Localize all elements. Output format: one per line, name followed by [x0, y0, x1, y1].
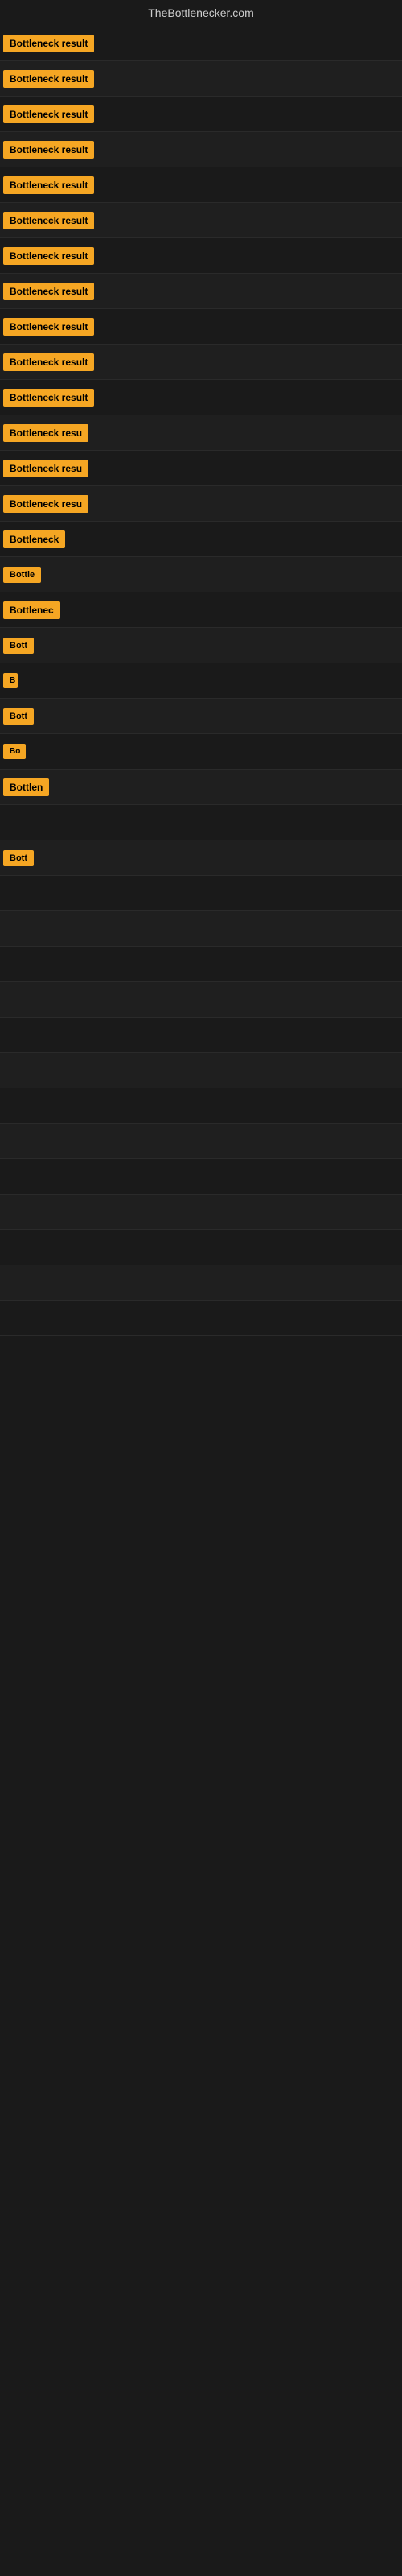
list-item: B [0, 663, 402, 699]
bottleneck-result-badge[interactable]: Bottle [3, 567, 41, 583]
list-item [0, 1088, 402, 1124]
list-item [0, 1195, 402, 1230]
list-item [0, 1018, 402, 1053]
bottleneck-result-badge[interactable]: Bottleneck result [3, 389, 94, 407]
list-item [0, 947, 402, 982]
list-item: Bottle [0, 557, 402, 592]
bottleneck-result-badge[interactable]: Bottleneck result [3, 212, 94, 229]
list-item: Bottleneck result [0, 238, 402, 274]
bottleneck-result-badge[interactable]: Bottlenec [3, 601, 60, 619]
list-item [0, 1053, 402, 1088]
list-item: Bottleneck result [0, 61, 402, 97]
bottleneck-result-badge[interactable]: Bottleneck result [3, 353, 94, 371]
list-item [0, 911, 402, 947]
bottleneck-result-badge[interactable]: Bottleneck result [3, 141, 94, 159]
list-item: Bottleneck resu [0, 486, 402, 522]
list-item: Bottlen [0, 770, 402, 805]
list-item [0, 805, 402, 840]
bottleneck-result-badge[interactable]: Bott [3, 850, 34, 866]
list-item [0, 1230, 402, 1265]
bottleneck-result-badge[interactable]: Bottleneck result [3, 318, 94, 336]
list-item: Bottleneck resu [0, 415, 402, 451]
list-item [0, 876, 402, 911]
list-item [0, 1265, 402, 1301]
list-item: Bottleneck [0, 522, 402, 557]
list-item: Bottleneck result [0, 274, 402, 309]
bottleneck-result-badge[interactable]: Bottleneck result [3, 176, 94, 194]
list-item: Bott [0, 699, 402, 734]
list-item: Bottleneck result [0, 167, 402, 203]
list-item: Bottleneck result [0, 345, 402, 380]
bottleneck-result-badge[interactable]: B [3, 673, 18, 688]
list-item: Bottleneck result [0, 203, 402, 238]
list-item: Bottleneck result [0, 26, 402, 61]
bottleneck-result-badge[interactable]: Bott [3, 708, 34, 724]
list-item [0, 1159, 402, 1195]
bottleneck-result-badge[interactable]: Bottleneck resu [3, 495, 88, 513]
list-item: Bo [0, 734, 402, 770]
site-title: TheBottlenecker.com [0, 0, 402, 26]
list-item [0, 1124, 402, 1159]
bottleneck-result-badge[interactable]: Bottleneck result [3, 247, 94, 265]
bottleneck-result-badge[interactable]: Bo [3, 744, 26, 759]
list-item [0, 1301, 402, 1336]
list-item: Bott [0, 840, 402, 876]
bottleneck-result-badge[interactable]: Bottleneck result [3, 70, 94, 88]
bottleneck-result-badge[interactable]: Bottleneck resu [3, 424, 88, 442]
list-item: Bott [0, 628, 402, 663]
list-item: Bottleneck result [0, 309, 402, 345]
bottleneck-result-badge[interactable]: Bott [3, 638, 34, 654]
list-item: Bottleneck result [0, 132, 402, 167]
bottleneck-result-badge[interactable]: Bottleneck result [3, 35, 94, 52]
bottleneck-result-badge[interactable]: Bottleneck result [3, 283, 94, 300]
list-item: Bottlenec [0, 592, 402, 628]
bottleneck-result-badge[interactable]: Bottlen [3, 778, 49, 796]
list-item [0, 982, 402, 1018]
list-item: Bottleneck result [0, 380, 402, 415]
bottleneck-result-badge[interactable]: Bottleneck resu [3, 460, 88, 477]
bottleneck-result-badge[interactable]: Bottleneck [3, 530, 65, 548]
bottleneck-result-badge[interactable]: Bottleneck result [3, 105, 94, 123]
list-item: Bottleneck result [0, 97, 402, 132]
list-item: Bottleneck resu [0, 451, 402, 486]
